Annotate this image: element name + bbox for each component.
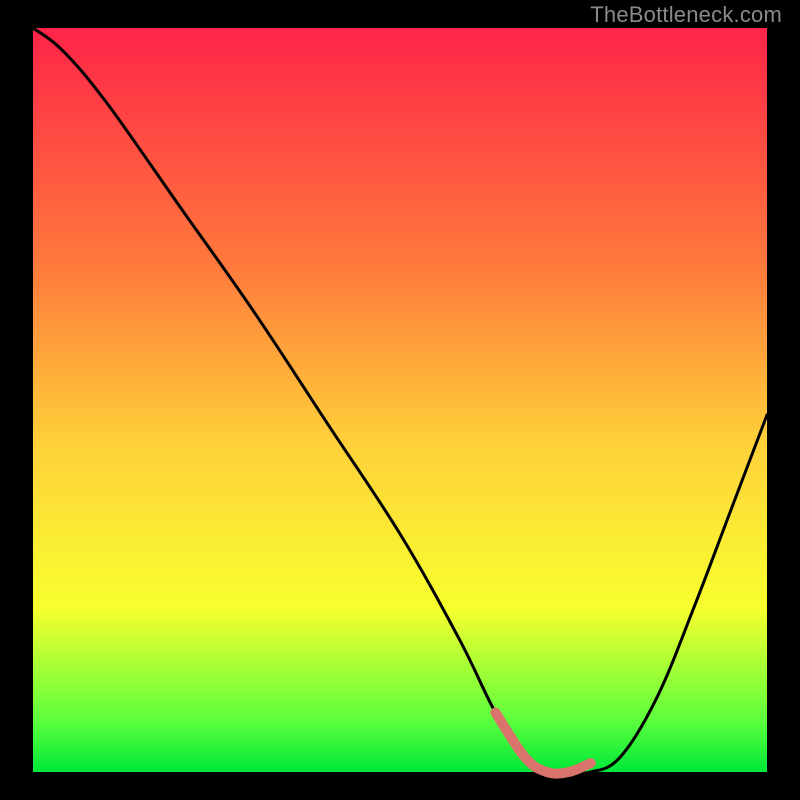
watermark-text: TheBottleneck.com — [590, 2, 782, 28]
chart-container: TheBottleneck.com — [0, 0, 800, 800]
bottleneck-chart — [0, 0, 800, 800]
plot-area — [33, 28, 767, 772]
